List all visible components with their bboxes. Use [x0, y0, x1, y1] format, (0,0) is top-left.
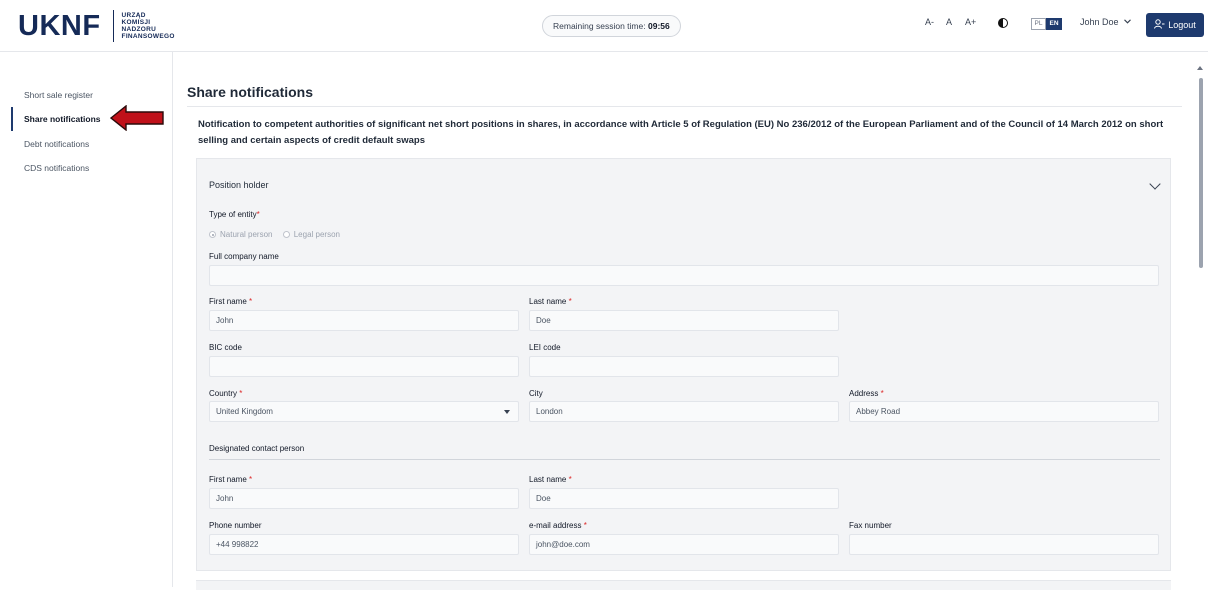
- contact-first-name-input[interactable]: John: [209, 488, 519, 509]
- radio-natural-person[interactable]: Natural person: [209, 230, 272, 239]
- chevron-down-icon: [1124, 19, 1131, 24]
- page-title: Share notifications: [187, 84, 314, 100]
- radio-checked-icon: [209, 231, 216, 238]
- entity-type-label: Type of entity*: [209, 210, 260, 219]
- first-name-label: First name *: [209, 297, 253, 306]
- sidebar: Short sale register Share notifications …: [0, 52, 170, 587]
- bic-code-input[interactable]: [209, 356, 519, 377]
- contrast-icon[interactable]: [998, 18, 1008, 28]
- lei-code-label: LEI code: [529, 343, 561, 352]
- red-pointer-arrow-icon: [110, 105, 164, 131]
- scroll-up-arrow-icon[interactable]: [1197, 66, 1203, 70]
- sidebar-item-cds-notifications[interactable]: CDS notifications: [11, 156, 111, 180]
- logout-button[interactable]: Logout: [1146, 13, 1204, 37]
- country-selected-value: United Kingdom: [216, 407, 273, 416]
- logo-divider: [112, 10, 114, 42]
- contact-last-name-label: Last name *: [529, 475, 572, 484]
- last-name-label: Last name *: [529, 297, 572, 306]
- full-company-name-input[interactable]: [209, 265, 1159, 286]
- uknf-logo[interactable]: UKNF URZĄD KOMISJI NADZORU FINANSOWEGO: [18, 8, 175, 44]
- first-name-input[interactable]: John: [209, 310, 519, 331]
- city-label: City: [529, 389, 543, 398]
- fax-number-label: Fax number: [849, 521, 892, 530]
- fax-number-input[interactable]: [849, 534, 1159, 555]
- top-header: UKNF URZĄD KOMISJI NADZORU FINANSOWEGO R…: [0, 0, 1208, 52]
- email-input[interactable]: john@doe.com: [529, 534, 839, 555]
- section-title-position-holder[interactable]: Position holder: [209, 180, 269, 190]
- title-divider: [187, 106, 1182, 107]
- user-name: John Doe: [1080, 17, 1119, 27]
- logo-text: UKNF: [18, 9, 101, 42]
- last-name-input[interactable]: Doe: [529, 310, 839, 331]
- radio-unchecked-icon: [282, 231, 290, 238]
- notification-description: Notification to competent authorities of…: [198, 119, 1164, 146]
- country-label: Country *: [209, 389, 243, 398]
- contact-section-divider: [209, 459, 1160, 460]
- dropdown-caret-icon: [504, 410, 510, 414]
- sidebar-item-short-sale-register[interactable]: Short sale register: [11, 83, 111, 107]
- session-time-value: 09:56: [647, 21, 670, 31]
- address-input[interactable]: Abbey Road: [849, 401, 1159, 422]
- sidebar-item-debt-notifications[interactable]: Debt notifications: [11, 132, 111, 156]
- scrollbar-thumb[interactable]: [1199, 78, 1203, 268]
- city-input[interactable]: London: [529, 401, 839, 422]
- font-decrease-button[interactable]: A-: [925, 17, 934, 27]
- lang-en-button[interactable]: EN: [1046, 18, 1062, 30]
- font-increase-button[interactable]: A+: [965, 17, 976, 27]
- sidebar-item-share-notifications[interactable]: Share notifications: [11, 107, 111, 131]
- lei-code-input[interactable]: [529, 356, 839, 377]
- email-label: e-mail address *: [529, 521, 587, 530]
- font-normal-button[interactable]: A: [946, 17, 952, 27]
- logout-label: Logout: [1168, 20, 1196, 30]
- session-timer: Remaining session time: 09:56: [542, 15, 681, 37]
- user-logout-icon: [1154, 19, 1165, 29]
- next-section-panel: [196, 580, 1171, 590]
- content-divider: [172, 52, 173, 587]
- user-menu[interactable]: John Doe: [1080, 17, 1131, 27]
- contact-last-name-input[interactable]: Doe: [529, 488, 839, 509]
- full-company-name-label: Full company name: [209, 252, 279, 261]
- contact-first-name-label: First name *: [209, 475, 253, 484]
- country-select[interactable]: United Kingdom: [209, 401, 519, 422]
- lang-pl-button[interactable]: PL: [1031, 18, 1046, 30]
- phone-number-input[interactable]: +44 998822: [209, 534, 519, 555]
- radio-legal-person[interactable]: Legal person: [282, 230, 340, 239]
- address-label: Address *: [849, 389, 884, 398]
- entity-type-radio-group: Natural person Legal person: [209, 230, 340, 239]
- bic-code-label: BIC code: [209, 343, 242, 352]
- phone-number-label: Phone number: [209, 521, 262, 530]
- logo-subtitle: URZĄD KOMISJI NADZORU FINANSOWEGO: [121, 11, 175, 41]
- contact-section-title: Designated contact person: [209, 444, 305, 453]
